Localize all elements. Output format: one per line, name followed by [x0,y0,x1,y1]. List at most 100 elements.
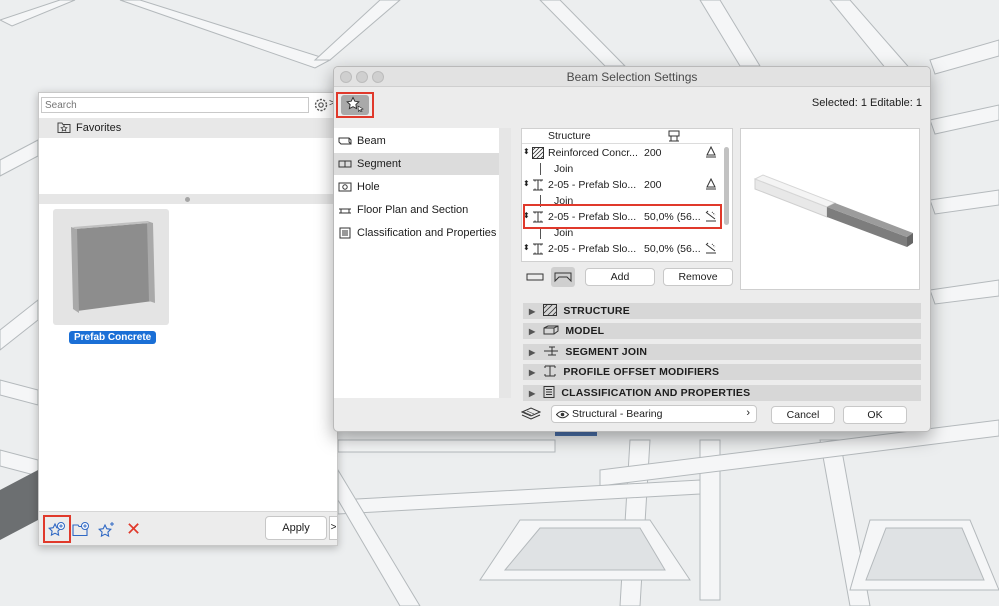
segment-row[interactable]: ⬍ Reinforced Concr... 200 [522,145,720,161]
dialog-titlebar[interactable]: Beam Selection Settings [334,67,930,87]
segment-tools: Add Remove [521,265,733,289]
floor-plan-icon [339,208,351,214]
i-profile-icon [532,243,544,258]
layer-select-value: Structural - Bearing [572,408,663,420]
selection-count: Selected: 1 Editable: 1 [811,97,922,109]
nav-item-label: Hole [357,181,380,193]
segment-list-scrollbar[interactable] [724,147,729,225]
uniform-profile-icon[interactable] [705,177,717,193]
favorites-star-icon [344,95,366,115]
disclosure-triangle-icon: ▶ [529,347,536,357]
segment-icon [338,160,352,168]
segment-row[interactable]: ⬍ 2-05 - Prefab Slo... 200 [522,177,720,193]
chevron-right-icon: › [746,407,750,419]
disclosure-triangle-icon: ▶ [529,367,536,377]
nav-item-floor-plan-and-section[interactable]: Floor Plan and Section [334,199,499,221]
section-structure[interactable]: ▶ STRUCTURE [523,303,921,319]
disclosure-triangle-icon: ▶ [529,388,536,398]
zoom-window-button[interactable] [372,71,384,83]
i-profile-icon [532,179,544,194]
segment-name: 2-05 - Prefab Slo... [548,179,637,191]
segment-list: Structure ⬍ Reinforced Concr... 200 Join… [521,128,733,262]
beam-3d-preview-icon [753,174,913,247]
prefab-panel-preview-icon [71,221,155,313]
gear-icon[interactable] [312,96,330,114]
disclosure-triangle-icon: ▶ [529,326,536,336]
add-favorite-icon[interactable] [47,520,67,540]
classification-icon [339,227,351,239]
section-label: PROFILE OFFSET MODIFIERS [563,366,720,378]
dialog-footer: Structural - Bearing › Cancel OK [499,400,930,431]
straight-segment-icon[interactable] [523,267,547,287]
dialog-title: Beam Selection Settings [566,70,698,84]
eye-icon [555,410,570,422]
apply-arrow[interactable]: > [329,516,338,540]
drag-handle-icon[interactable]: ⬍ [523,146,530,158]
section-label: MODEL [565,325,605,337]
segment-value: 50,0% (56... [644,243,701,255]
layers-icon [520,407,542,424]
nav-item-classification-and-properties[interactable]: Classification and Properties [334,222,499,244]
hole-icon [338,182,352,192]
favorites-toolbar: ✕ Apply > [39,511,338,545]
section-segment-join[interactable]: ▶ SEGMENT JOIN [523,344,921,360]
favorites-folder[interactable]: Favorites [39,118,337,138]
structure-column-header: Structure [548,130,591,142]
delete-favorite-icon[interactable]: ✕ [126,519,141,539]
close-window-button[interactable] [340,71,352,83]
settings-nav: Beam Segment Hole Floor Plan and Section… [334,128,499,398]
section-label: CLASSIFICATION AND PROPERTIES [561,387,751,399]
section-profile-offset-modifiers[interactable]: ▶ PROFILE OFFSET MODIFIERS [523,364,921,380]
favorites-header-label: Favorites [76,122,122,134]
nav-splitter[interactable] [499,128,511,398]
segment-value: 200 [644,179,662,191]
beam-preview [740,128,920,290]
segment-row[interactable]: ⬍ 2-05 - Prefab Slo... 50,0% (56... [522,241,720,257]
segment-name: 2-05 - Prefab Slo... [548,243,637,255]
apply-button[interactable]: Apply [265,516,327,540]
nav-item-label: Beam [357,135,386,147]
favorites-palette: > Favorites Prefab Concrete ✕ Apply > [38,92,338,546]
section-classification-and-properties[interactable]: ▶ CLASSIFICATION AND PROPERTIES [523,385,921,401]
redefine-favorite-icon[interactable] [97,520,117,540]
nav-item-segment[interactable]: Segment [334,153,499,175]
disclosure-triangle-icon: ▶ [529,306,536,316]
remove-segment-button[interactable]: Remove [663,268,733,286]
new-folder-icon[interactable] [71,520,91,540]
favorite-thumbnail-label[interactable]: Prefab Concrete [69,331,157,344]
nav-item-hole[interactable]: Hole [334,176,499,198]
hatch-icon [543,303,563,319]
segment-value: 200 [644,147,662,159]
favorite-thumbnail[interactable] [53,209,169,325]
nav-item-label: Classification and Properties [357,227,497,239]
haunched-segment-icon[interactable] [551,267,575,287]
classification-icon [543,385,561,401]
drag-handle-icon[interactable]: ⬍ [523,242,530,254]
section-label: STRUCTURE [563,305,630,317]
layer-select[interactable]: Structural - Bearing › [551,405,757,423]
length-column-icon [668,130,680,145]
cancel-button[interactable]: Cancel [771,406,835,424]
segment-join-icon [543,345,565,360]
add-segment-button[interactable]: Add [585,268,655,286]
segment-list-header: Structure [522,129,720,144]
section-model[interactable]: ▶ MODEL [523,323,921,339]
beam-selection-settings-dialog: Beam Selection Settings Selected: 1 Edit… [333,66,931,432]
folder-star-icon [57,121,76,136]
ok-button[interactable]: OK [843,406,907,424]
tapered-profile-icon[interactable] [705,242,717,257]
hatch-icon [531,146,545,162]
highlight-box [523,204,722,229]
nav-item-label: Floor Plan and Section [357,204,469,216]
favorites-button[interactable] [336,92,374,118]
panel-splitter[interactable] [39,194,337,204]
nav-item-label: Segment [357,158,402,170]
favorites-search-input[interactable] [41,97,309,113]
drag-handle-icon[interactable]: ⬍ [523,178,530,190]
minimize-window-button[interactable] [356,71,368,83]
section-label: SEGMENT JOIN [565,346,648,358]
uniform-profile-icon[interactable] [705,145,717,161]
nav-item-beam[interactable]: Beam [334,130,499,152]
segment-name: Reinforced Concr... [548,147,638,159]
profile-icon [543,365,563,380]
